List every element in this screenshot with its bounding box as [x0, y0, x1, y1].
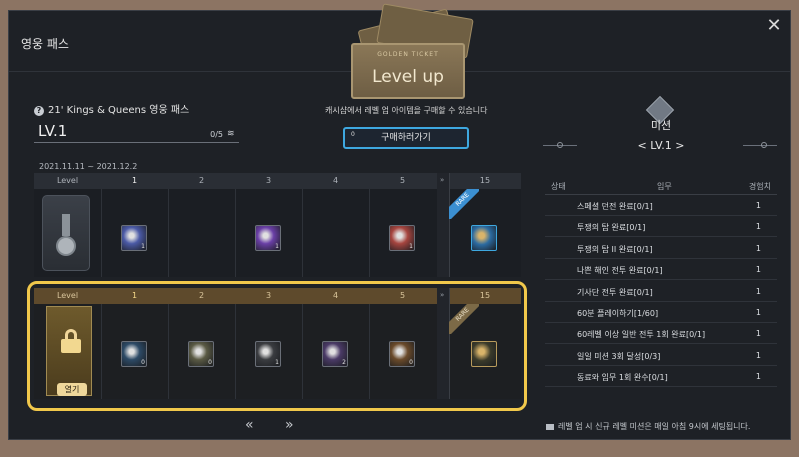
- free-reward-item[interactable]: 1: [121, 225, 147, 251]
- mission-exp: 1: [755, 308, 761, 317]
- mission-note-text: 레벨 업 시 신규 레벨 미션은 매일 아침 9시에 세팅됩니다.: [558, 422, 751, 431]
- close-icon[interactable]: ✕: [764, 17, 784, 37]
- mission-task: 60분 플레이하기[1/60]: [577, 309, 659, 318]
- free-track-column-divider: [369, 189, 370, 277]
- free-track-skip-glyph: »: [440, 176, 445, 184]
- free-reward-qty: 1: [409, 243, 413, 250]
- mission-exp: 1: [755, 286, 761, 296]
- free-track-column-divider: [302, 189, 303, 277]
- stack-icon: ≋: [227, 129, 235, 139]
- buy-button-label: 구매하러가기: [381, 133, 431, 143]
- mission-task: 기사단 전투 완료[0/1]: [577, 287, 653, 297]
- date-range: 2021.11.11 ~ 2021.12.2: [39, 162, 138, 171]
- flag-icon: [546, 423, 554, 430]
- free-track-level-label: Level: [56, 176, 79, 185]
- mission-row: 일일 미션 3회 달성[0/3] 1: [545, 345, 777, 366]
- free-track-level-2: 2: [198, 176, 205, 185]
- mission-row: 기사단 전투 완료[0/1] 1: [545, 281, 777, 302]
- mission-row: 나쁜 해인 전투 완료[0/1] 1: [545, 259, 777, 281]
- free-track-rare-tag: RARE: [449, 189, 479, 219]
- mission-task: 스페셜 던전 완료[0/1]: [577, 202, 653, 211]
- ticket-icon: 0: [351, 131, 355, 138]
- buy-note: 캐시샵에서 레벨 업 아이템을 구매할 수 있습니다: [325, 106, 488, 115]
- mission-task: 투쟁의 탑 II 완료[0/1]: [577, 244, 653, 254]
- pass-level-bar: LV.1 0/5 ≋: [34, 121, 239, 143]
- mission-level-selector[interactable]: < LV.1 >: [627, 139, 695, 152]
- mission-task: 일일 미션 3회 달성[0/3]: [577, 351, 661, 361]
- free-reward-track: Level 1 2 3 4 5 15 » RARE 1 1 1: [34, 173, 521, 277]
- free-reward-item[interactable]: 1: [389, 225, 415, 251]
- mission-exp: 1: [755, 265, 761, 275]
- mission-task: 60레벨 이상 일반 전투 1회 완료[0/1]: [577, 330, 706, 340]
- mission-exp: 1: [755, 329, 761, 339]
- mission-exp: 1: [755, 201, 761, 210]
- medal-icon: [56, 214, 76, 258]
- mission-task: 투쟁의 탑 완료[0/1]: [577, 223, 646, 233]
- free-track-level-4: 4: [332, 176, 339, 185]
- mission-table-header: 상태 임무 경험치: [545, 175, 777, 195]
- pass-name-text: 21' Kings & Queens 영웅 패스: [48, 105, 190, 116]
- mission-exp: 1: [755, 350, 761, 360]
- free-track-level-5: 5: [399, 176, 406, 185]
- free-track-skip-separator: [437, 173, 449, 277]
- mission-title: 미션: [650, 119, 672, 132]
- deco-dot-right: [761, 142, 767, 148]
- window-title: 영웅 패스: [21, 37, 69, 51]
- free-track-column-divider: [168, 189, 169, 277]
- mission-note: 레벨 업 시 신규 레벨 미션은 매일 아침 9시에 세팅됩니다.: [546, 421, 750, 432]
- prev-page-button[interactable]: «: [245, 417, 254, 433]
- status-column-header: 상태: [551, 182, 566, 191]
- free-track-seal: [42, 195, 90, 271]
- mission-row: 60분 플레이하기[1/60] 1: [545, 302, 777, 323]
- ticket-level-up-text: Level up: [372, 67, 444, 87]
- mission-row: 동료와 임무 1회 완수[0/1] 1: [545, 366, 777, 388]
- deco-line-right: [743, 145, 777, 146]
- exp-column-header: 경험치: [748, 182, 771, 191]
- mission-exp: 1: [755, 222, 761, 232]
- free-final-reward-item[interactable]: [471, 225, 497, 251]
- task-column-header: 임무: [657, 182, 672, 191]
- premium-highlight-frame: [27, 281, 527, 411]
- hero-pass-window: 영웅 패스 ✕ GOLDEN TICKET Level up 캐시샵에서 레벨 …: [8, 3, 791, 440]
- mission-row: 투쟁의 탑 완료[0/1] 1: [545, 216, 777, 238]
- free-reward-qty: 1: [141, 243, 145, 250]
- free-track-rare-label: RARE: [449, 189, 479, 219]
- free-track-column-divider: [235, 189, 236, 277]
- free-track-level-3: 3: [265, 176, 272, 185]
- free-track-level-1: 1: [131, 176, 138, 185]
- free-reward-qty: 1: [275, 243, 279, 250]
- pass-progress: 0/5: [210, 130, 223, 139]
- pass-name: ? 21' Kings & Queens 영웅 패스: [34, 101, 189, 116]
- next-page-button[interactable]: »: [285, 417, 294, 433]
- mission-row: 투쟁의 탑 II 완료[0/1] 1: [545, 238, 777, 259]
- help-icon[interactable]: ?: [34, 106, 44, 116]
- mission-row: 60레벨 이상 일반 전투 1회 완료[0/1] 1: [545, 323, 777, 345]
- free-reward-item[interactable]: 1: [255, 225, 281, 251]
- pass-level: LV.1: [38, 122, 68, 140]
- mission-task: 동료와 임무 1회 완수[0/1]: [577, 373, 668, 383]
- ticket-small-text: GOLDEN TICKET: [377, 51, 439, 58]
- mission-row: 스페셜 던전 완료[0/1] 1: [545, 195, 777, 216]
- free-track-column-divider: [101, 189, 102, 277]
- deco-dot-left: [557, 142, 563, 148]
- mission-exp: 1: [755, 243, 761, 253]
- mission-task: 나쁜 해인 전투 완료[0/1]: [577, 266, 663, 276]
- buy-button[interactable]: 0 구매하러가기: [343, 127, 469, 149]
- mission-exp: 1: [755, 372, 761, 382]
- level-up-ticket-graphic: GOLDEN TICKET Level up: [339, 3, 479, 103]
